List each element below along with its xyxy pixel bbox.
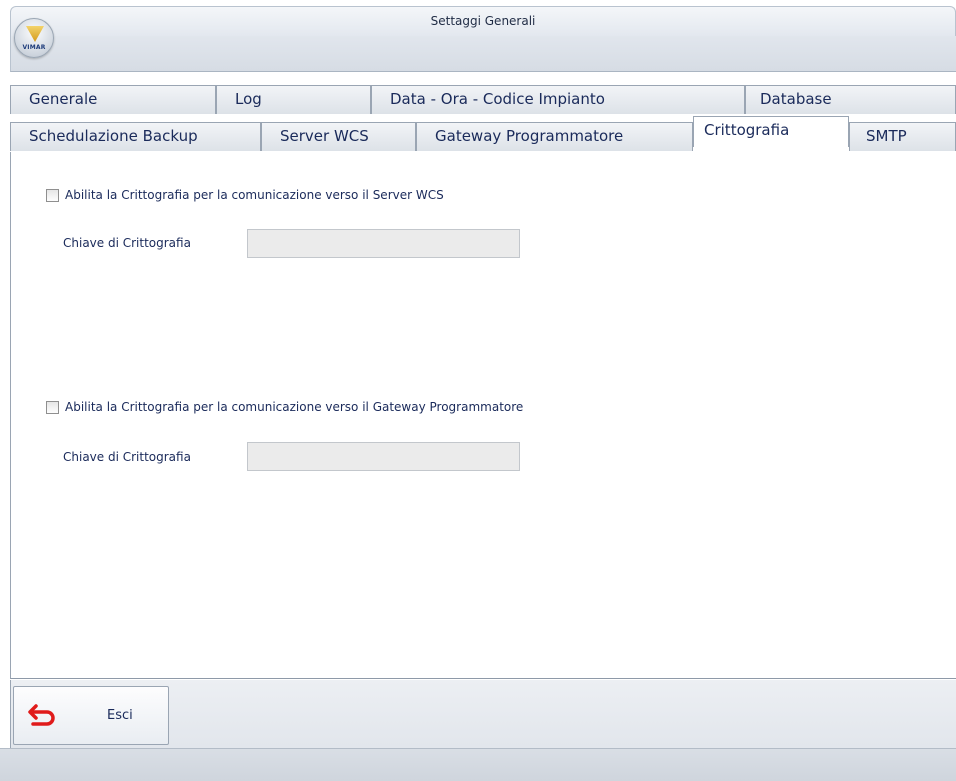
tab-generale[interactable]: Generale xyxy=(10,85,216,114)
tab-strip: Generale Log Data - Ora - Codice Impiant… xyxy=(10,85,956,153)
tab-label: Server WCS xyxy=(280,127,369,145)
app-menu-button[interactable]: VIMAR xyxy=(14,18,54,58)
tab-smtp[interactable]: SMTP xyxy=(849,122,956,151)
window-title: Settaggi Generali xyxy=(430,14,536,28)
gateway-crypto-option: Abilita la Crittografia per la comunicaz… xyxy=(46,400,523,414)
gateway-key-label: Chiave di Crittografia xyxy=(63,450,191,464)
status-bar xyxy=(0,748,956,781)
app-toolbar xyxy=(10,36,956,72)
tab-schedulazione-backup[interactable]: Schedulazione Backup xyxy=(10,122,261,151)
tab-database[interactable]: Database xyxy=(745,85,956,114)
server-key-input[interactable] xyxy=(247,229,520,258)
gateway-key-input[interactable] xyxy=(247,442,520,471)
gateway-crypto-checkbox[interactable] xyxy=(46,400,59,414)
server-crypto-label: Abilita la Crittografia per la comunicaz… xyxy=(65,188,444,202)
gateway-crypto-label: Abilita la Crittografia per la comunicaz… xyxy=(65,400,524,414)
crittografia-panel: Abilita la Crittografia per la comunicaz… xyxy=(10,152,956,679)
settings-window: Settaggi Generali VIMAR Generale Log Dat… xyxy=(0,0,956,781)
vimar-logo-icon xyxy=(26,26,44,42)
tab-label: Crittografia xyxy=(704,121,790,139)
tab-label: Schedulazione Backup xyxy=(29,127,198,145)
tab-label: SMTP xyxy=(866,127,907,145)
tab-label: Log xyxy=(235,90,262,108)
server-key-label: Chiave di Crittografia xyxy=(63,236,191,250)
exit-label: Esci xyxy=(107,708,133,723)
tab-label: Generale xyxy=(29,90,98,108)
tab-log[interactable]: Log xyxy=(216,85,371,114)
tab-label: Data - Ora - Codice Impianto xyxy=(390,90,605,108)
exit-button[interactable]: Esci xyxy=(13,686,169,745)
tab-label: Database xyxy=(760,90,832,108)
tab-server-wcs[interactable]: Server WCS xyxy=(261,122,416,151)
tab-gateway-programmatore[interactable]: Gateway Programmatore xyxy=(416,122,693,151)
server-crypto-option: Abilita la Crittografia per la comunicaz… xyxy=(46,188,444,202)
title-bar: Settaggi Generali xyxy=(10,6,956,36)
tab-label: Gateway Programmatore xyxy=(435,127,624,145)
tab-data-ora[interactable]: Data - Ora - Codice Impianto xyxy=(371,85,745,114)
tab-crittografia[interactable]: Crittografia xyxy=(693,116,849,147)
server-crypto-checkbox[interactable] xyxy=(46,188,59,202)
logo-text: VIMAR xyxy=(22,44,46,51)
bottom-toolbar: Esci xyxy=(10,680,956,748)
return-arrow-icon xyxy=(28,704,55,726)
